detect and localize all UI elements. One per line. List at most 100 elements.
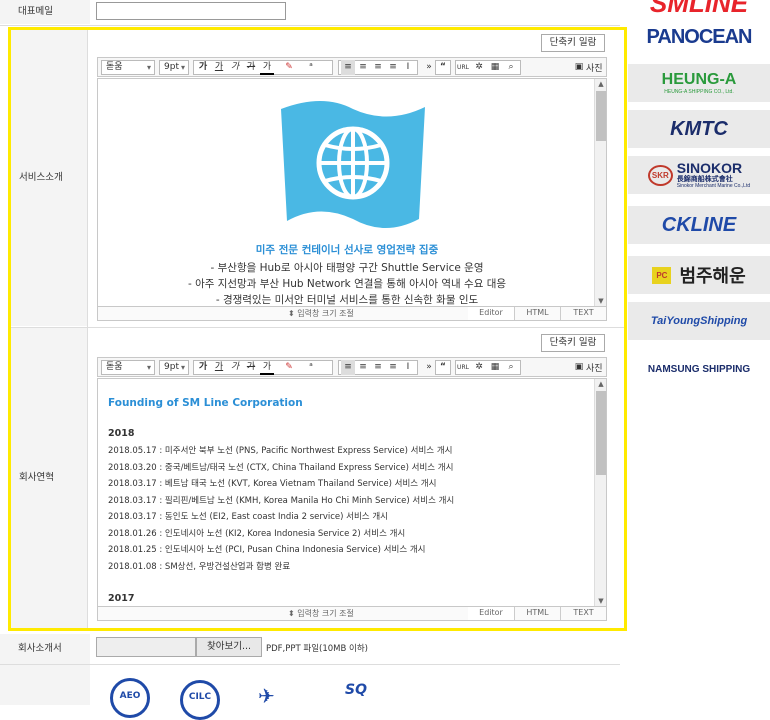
font-color-button[interactable]: 가 — [260, 360, 274, 375]
tab-html[interactable]: HTML — [514, 307, 560, 320]
editor-footer: ⬍ 입력창 크기 조절 Editor HTML TEXT — [97, 307, 607, 321]
history-entry: 2018.03.17 : 동인도 노선 (EI2, East coast Ind… — [108, 512, 388, 522]
scrollbar[interactable]: ▲ ▼ — [594, 379, 606, 606]
underline-button[interactable]: 가 — [212, 360, 226, 375]
editor-toolbar: 돋움 9pt 가 가 가 가 가 ✎ ᵃ ≡ ≡ ≡ ≡ I » “ URL ✲… — [97, 57, 607, 77]
history-entry: 2018.05.17 : 미주서안 북부 노선 (PNS, Pacific No… — [108, 446, 453, 456]
tab-text[interactable]: TEXT — [560, 607, 606, 620]
ckline-logo[interactable]: CKLINE — [628, 206, 770, 244]
table-icon[interactable]: ▦ — [488, 360, 502, 375]
tab-html[interactable]: HTML — [514, 607, 560, 620]
align-right-icon[interactable]: ≡ — [371, 60, 385, 75]
italic-button[interactable]: 가 — [228, 60, 242, 75]
align-center-icon[interactable]: ≡ — [356, 60, 370, 75]
scroll-up-icon[interactable]: ▲ — [595, 79, 606, 89]
bold-button[interactable]: 가 — [196, 60, 210, 75]
justify-icon[interactable]: ≡ — [386, 60, 400, 75]
shortcut-button[interactable]: 단축키 일람 — [541, 34, 605, 52]
table-icon[interactable]: ▦ — [488, 60, 502, 75]
history-label: 회사연혁 — [11, 328, 87, 628]
service-bullet: - 경쟁력있는 미서안 터미널 서비스를 통한 신속한 화물 인도 — [215, 294, 479, 306]
scroll-up-icon[interactable]: ▲ — [595, 379, 606, 389]
more-icon[interactable]: » — [422, 360, 436, 375]
scroll-thumb[interactable] — [596, 391, 606, 475]
row-divider — [0, 664, 620, 665]
font-color-button[interactable]: 가 — [260, 60, 274, 75]
editor-footer: ⬍ 입력창 크기 조절 Editor HTML TEXT — [97, 607, 607, 621]
beomju-name: 범주해운 — [679, 266, 746, 286]
sinokor-sub: Sinokor Merchant Marine Co.,Ltd — [676, 182, 751, 189]
service-bullet: - 부산항을 Hub로 아시아 태평양 구간 Shuttle Service 운… — [210, 262, 484, 274]
size-select[interactable]: 9pt — [159, 60, 189, 75]
quote-icon[interactable]: “ — [436, 60, 450, 75]
globe-flag-image — [281, 101, 425, 228]
history-entry: 2018.01.25 : 인도네시아 노선 (PCI, Pusan China … — [108, 545, 426, 555]
line-height-icon[interactable]: I — [401, 360, 415, 375]
scroll-thumb[interactable] — [596, 91, 606, 141]
browse-button[interactable]: 찾아보기... — [196, 637, 262, 657]
superscript-icon[interactable]: ᵃ — [304, 60, 318, 75]
row-divider — [0, 25, 620, 26]
scroll-down-icon[interactable]: ▼ — [595, 296, 606, 306]
find-icon[interactable]: ⌕ — [504, 60, 518, 75]
strike-button[interactable]: 가 — [244, 60, 258, 75]
special-char-icon[interactable]: ✲ — [472, 60, 486, 75]
tab-editor[interactable]: Editor — [468, 307, 514, 320]
line-height-icon[interactable]: I — [401, 60, 415, 75]
label-divider — [87, 30, 88, 628]
resize-handle[interactable]: ⬍ 입력창 크기 조절 — [288, 608, 354, 619]
heunga-name: HEUNG-A — [661, 71, 737, 88]
scroll-down-icon[interactable]: ▼ — [595, 596, 606, 606]
history-editor-area[interactable]: Founding of SM Line Corporation 2018 201… — [97, 378, 607, 607]
special-char-icon[interactable]: ✲ — [472, 360, 486, 375]
photo-icon[interactable]: ▣ — [572, 360, 586, 375]
align-left-icon[interactable]: ≡ — [341, 60, 355, 75]
photo-icon[interactable]: ▣ — [572, 60, 586, 75]
sinokor-name: SINOKOR — [676, 159, 743, 176]
email-label: 대표메일 — [0, 0, 90, 24]
tab-editor[interactable]: Editor — [468, 607, 514, 620]
font-select[interactable]: 돋움 — [101, 60, 155, 75]
shortcut-button[interactable]: 단축키 일람 — [541, 334, 605, 352]
history-entry: 2018.01.26 : 인도네시아 노선 (KI2, Korea Indone… — [108, 529, 406, 539]
wings-logo-icon: ✈ — [258, 684, 275, 708]
service-bullet: - 아주 지선망과 부산 Hub Network 연결을 통해 아시아 역내 수… — [187, 278, 507, 290]
photo-label[interactable]: 사진 — [586, 361, 603, 374]
align-center-icon[interactable]: ≡ — [356, 360, 370, 375]
beomju-logo[interactable]: PC 범주해운 — [628, 256, 770, 294]
highlight-color-icon[interactable]: ✎ — [282, 360, 296, 375]
email-input[interactable] — [96, 2, 286, 20]
superscript-icon[interactable]: ᵃ — [304, 360, 318, 375]
heunga-logo[interactable]: HEUNG-A HEUNG-A SHIPPING CO., Ltd. — [628, 64, 770, 102]
size-select[interactable]: 9pt — [159, 360, 189, 375]
align-right-icon[interactable]: ≡ — [371, 360, 385, 375]
photo-label[interactable]: 사진 — [586, 61, 603, 74]
sinokor-logo[interactable]: SKR SINOKOR 長錦商船株式會社 Sinokor Merchant Ma… — [628, 156, 770, 194]
taiyoung-logo[interactable]: TaiYoungShipping — [628, 302, 770, 340]
justify-icon[interactable]: ≡ — [386, 360, 400, 375]
highlight-color-icon[interactable]: ✎ — [282, 60, 296, 75]
resize-handle[interactable]: ⬍ 입력창 크기 조절 — [288, 308, 354, 319]
file-path-input[interactable] — [96, 637, 196, 657]
find-icon[interactable]: ⌕ — [504, 360, 518, 375]
history-entry: 2018.01.08 : SM상선, 우방건설산업과 합병 완료 — [108, 562, 291, 572]
scrollbar[interactable]: ▲ ▼ — [594, 79, 606, 306]
editor-toolbar: 돋움 9pt 가 가 가 가 가 ✎ ᵃ ≡ ≡ ≡ ≡ I » “ URL ✲… — [97, 357, 607, 377]
italic-button[interactable]: 가 — [228, 360, 242, 375]
quote-icon[interactable]: “ — [436, 360, 450, 375]
url-icon[interactable]: URL — [456, 360, 470, 375]
history-entry: 2018.03.20 : 중국/베트남/태국 노선 (CTX, China Th… — [108, 463, 454, 473]
tab-text[interactable]: TEXT — [560, 307, 606, 320]
strike-button[interactable]: 가 — [244, 360, 258, 375]
service-editor-area[interactable]: 미주 전문 컨테이너 선사로 영업전략 집중 - 부산항을 Hub로 아시아 태… — [97, 78, 607, 307]
underline-button[interactable]: 가 — [212, 60, 226, 75]
bold-button[interactable]: 가 — [196, 360, 210, 375]
more-icon[interactable]: » — [422, 60, 436, 75]
url-icon[interactable]: URL — [456, 60, 470, 75]
align-left-icon[interactable]: ≡ — [341, 360, 355, 375]
font-select[interactable]: 돋움 — [101, 360, 155, 375]
panocean-logo[interactable]: PANOCEAN — [628, 18, 770, 56]
namsung-logo[interactable]: NAMSUNG SHIPPING — [628, 350, 770, 388]
kmtc-logo[interactable]: KMTC — [628, 110, 770, 148]
cilc-logo: CILC — [180, 680, 220, 720]
